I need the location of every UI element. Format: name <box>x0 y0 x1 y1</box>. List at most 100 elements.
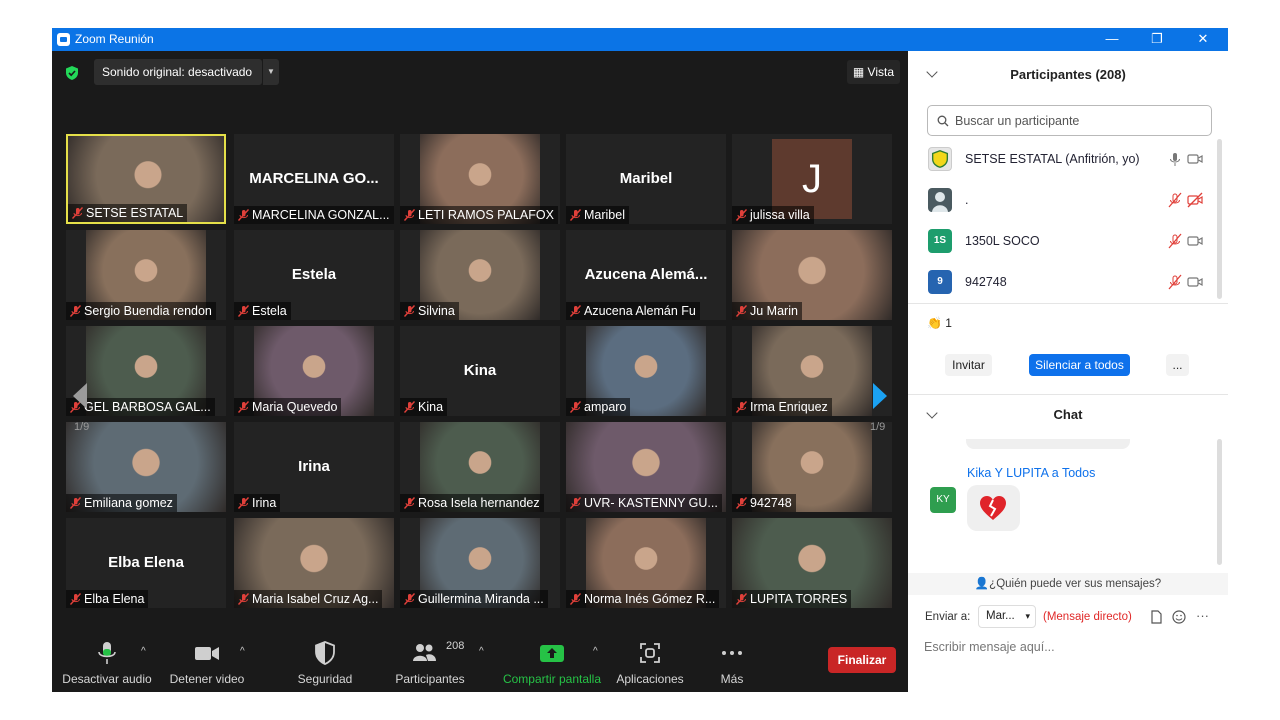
video-tile[interactable]: Sergio Buendia rendon <box>66 230 226 320</box>
video-tile[interactable]: Irma Enriquez <box>732 326 892 416</box>
video-tile[interactable]: Silvina <box>400 230 560 320</box>
video-tile[interactable]: LUPITA TORRES <box>732 518 892 608</box>
video-tile[interactable]: LETI RAMOS PALAFOX <box>400 134 560 224</box>
video-tile[interactable]: Norma Inés Gómez R... <box>566 518 726 608</box>
more-options-icon[interactable]: ··· <box>1196 608 1209 623</box>
restore-button[interactable]: ❐ <box>1137 29 1177 50</box>
mic-muted-icon[interactable] <box>1167 274 1183 290</box>
participants-title: Participantes (208) <box>1010 67 1126 82</box>
video-tile[interactable]: Jjulissa villa <box>732 134 892 224</box>
video-camera-icon[interactable] <box>1187 151 1203 167</box>
chat-title: Chat <box>1053 407 1083 422</box>
window-title: Zoom Reunión <box>75 32 154 46</box>
video-tile[interactable]: Kina Kina <box>400 326 560 416</box>
microphone-icon[interactable] <box>1167 151 1183 167</box>
mic-muted-icon <box>735 305 748 317</box>
video-area: Sonido original: desactivado ▼ ▦ Vista S… <box>52 51 908 692</box>
participant-display-name: Maribel <box>619 170 673 187</box>
video-tile[interactable]: UVR- KASTENNY GU... <box>566 422 726 512</box>
video-tile[interactable]: GEL BARBOSA GAL... <box>66 326 226 416</box>
mic-muted-icon <box>735 401 748 413</box>
video-tile[interactable]: Ju Marin <box>732 230 892 320</box>
video-tile[interactable]: Emiliana gomez <box>66 422 226 512</box>
divider <box>908 394 1228 395</box>
chat-scrollbar[interactable] <box>1217 439 1222 565</box>
video-off-icon[interactable] <box>1187 192 1203 208</box>
video-tile[interactable]: Guillermina Miranda ... <box>400 518 560 608</box>
video-tile[interactable]: SETSE ESTATAL <box>66 134 226 224</box>
reaction-count-value: 1 <box>945 316 952 330</box>
video-tile[interactable]: Rosa Isela hernandez <box>400 422 560 512</box>
video-tile[interactable]: amparo <box>566 326 726 416</box>
chevron-down-icon: ▾ <box>1025 611 1030 621</box>
participant-display-name: Kina <box>463 362 497 379</box>
mic-muted-icon[interactable] <box>1167 192 1183 208</box>
mic-muted-icon <box>735 497 748 509</box>
video-tile[interactable]: Azucena Alemá... Azucena Alemán Fu <box>566 230 726 320</box>
video-camera-icon[interactable] <box>1187 233 1203 249</box>
view-button[interactable]: ▦ Vista <box>846 60 900 84</box>
participant-search-input[interactable]: Buscar un participante <box>927 105 1212 136</box>
minimize-button[interactable]: — <box>1092 29 1132 50</box>
participants-scrollbar[interactable] <box>1217 139 1222 299</box>
chevron-down-icon[interactable]: ▼ <box>262 59 279 85</box>
grid-icon: ▦ <box>852 65 868 79</box>
mic-muted-icon <box>569 593 582 605</box>
more-button[interactable]: Más <box>707 636 757 692</box>
mic-muted-icon <box>403 401 416 413</box>
participant-row[interactable]: 9 942748 <box>908 262 1218 302</box>
next-page-icon[interactable] <box>870 381 890 411</box>
audio-options-caret-icon[interactable]: ^ <box>141 646 146 657</box>
video-tile[interactable]: Elba Elena Elba Elena <box>66 518 226 608</box>
mic-muted-icon <box>403 593 416 605</box>
mute-all-button[interactable]: Silenciar a todos <box>1029 354 1130 376</box>
end-meeting-button[interactable]: Finalizar <box>828 647 896 673</box>
reaction-count: 👏 1 <box>927 316 952 330</box>
video-tile[interactable]: Irina Irina <box>234 422 394 512</box>
emoji-icon[interactable] <box>1172 610 1186 624</box>
who-can-see-messages-link[interactable]: 👤¿Quién puede ver sus mensajes? <box>908 573 1228 595</box>
stop-video-button[interactable]: Detener video <box>167 636 247 692</box>
participant-row[interactable]: SETSE ESTATAL (Anfitrión, yo) <box>908 139 1218 179</box>
avatar <box>928 188 952 212</box>
invite-button[interactable]: Invitar <box>945 354 992 376</box>
close-button[interactable]: ✕ <box>1183 29 1223 50</box>
original-sound-button[interactable]: Sonido original: desactivado <box>94 59 262 85</box>
mic-muted-icon <box>403 305 416 317</box>
more-options-button[interactable]: ... <box>1166 354 1189 376</box>
previous-page-icon[interactable] <box>70 381 90 411</box>
security-label: Seguridad <box>297 672 353 686</box>
video-tile[interactable]: Maria Quevedo <box>234 326 394 416</box>
participant-name-label: Guillermina Miranda ... <box>400 590 548 608</box>
send-to-value: Mar... <box>986 610 1015 622</box>
video-tile[interactable]: Maria Isabel Cruz Ag... <box>234 518 394 608</box>
mic-muted-icon[interactable] <box>1167 233 1183 249</box>
video-tile[interactable]: Estela Estela <box>234 230 394 320</box>
participant-name: 1350L SOCO <box>965 234 1040 248</box>
participant-name-label: Emiliana gomez <box>66 494 177 512</box>
participant-display-name: Irina <box>298 458 330 475</box>
mic-muted-icon <box>569 497 582 509</box>
participant-name-label: Sergio Buendia rendon <box>66 302 216 320</box>
share-screen-button[interactable]: Compartir pantalla <box>500 636 604 692</box>
share-options-caret-icon[interactable]: ^ <box>593 646 598 657</box>
file-icon[interactable] <box>1150 610 1163 624</box>
mic-muted-icon <box>237 305 250 317</box>
participant-row[interactable]: 1S 1350L SOCO <box>908 221 1218 261</box>
security-button[interactable]: Seguridad <box>290 636 360 692</box>
more-dots-icon <box>722 651 742 655</box>
apps-button[interactable]: Aplicaciones <box>612 636 688 692</box>
video-tile[interactable]: Maribel Maribel <box>566 134 726 224</box>
video-camera-icon[interactable] <box>1187 274 1203 290</box>
share-label: Compartir pantalla <box>502 672 602 686</box>
encryption-shield-icon[interactable] <box>64 65 80 81</box>
video-tile[interactable]: MARCELINA GO... MARCELINA GONZAL... <box>234 134 394 224</box>
send-to-select[interactable]: Mar... ▾ <box>978 605 1036 628</box>
participant-row[interactable]: . <box>908 180 1218 220</box>
chat-message-input[interactable]: Escribir mensaje aquí... <box>924 640 1055 654</box>
video-options-caret-icon[interactable]: ^ <box>240 646 245 657</box>
video-tile[interactable]: 942748 <box>732 422 892 512</box>
participants-button[interactable]: 208 Participantes <box>390 636 470 692</box>
participants-options-caret-icon[interactable]: ^ <box>479 646 484 657</box>
mute-audio-button[interactable]: Desactivar audio <box>62 636 152 692</box>
